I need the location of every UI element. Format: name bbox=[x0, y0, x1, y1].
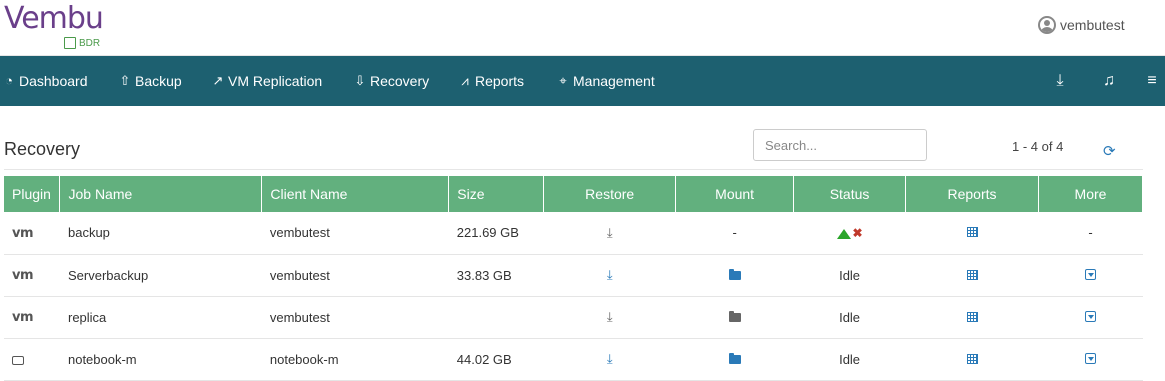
nav-vm-replication-label: VM Replication bbox=[228, 73, 323, 89]
vm-plugin-icon: vm bbox=[12, 310, 34, 325]
bell-icon: ♫ bbox=[1103, 72, 1115, 89]
col-job-name[interactable]: Job Name bbox=[59, 176, 263, 212]
nav-recovery[interactable]: ⇩ Recovery bbox=[353, 56, 430, 106]
vm-plugin-icon: vm bbox=[12, 225, 34, 241]
restore-download-icon[interactable]: ⤓ bbox=[607, 309, 613, 324]
top-header: Vembu BDR vembutest bbox=[0, 0, 1165, 56]
nav-recovery-label: Recovery bbox=[370, 73, 430, 89]
download-button[interactable]: ⤓ bbox=[1048, 56, 1072, 106]
job-name: backup bbox=[59, 212, 262, 255]
client-name: vembutest bbox=[261, 212, 449, 255]
status-icons: ✖ bbox=[793, 212, 906, 255]
bdr-icon bbox=[64, 37, 76, 49]
search-input[interactable] bbox=[753, 129, 927, 161]
disk-plugin-icon bbox=[12, 355, 24, 365]
restore-download-icon[interactable]: ⤓ bbox=[607, 351, 613, 366]
menu-icon: ≡ bbox=[1147, 72, 1157, 89]
page-title: Recovery bbox=[4, 139, 81, 159]
menu-button[interactable]: ≡ bbox=[1141, 56, 1163, 106]
col-size[interactable]: Size bbox=[448, 176, 545, 212]
crosshairs-icon: ⌖ bbox=[559, 73, 567, 88]
job-name: replica bbox=[59, 296, 262, 339]
nav-management[interactable]: ⌖ Management bbox=[556, 56, 655, 106]
col-more: More bbox=[1038, 176, 1144, 212]
folder-open-icon[interactable] bbox=[728, 268, 741, 280]
job-name: Serverbackup bbox=[59, 254, 262, 297]
col-status: Status bbox=[793, 176, 907, 212]
recovery-table: Plugin Job Name Client Name Size Restore… bbox=[4, 176, 1144, 381]
job-name: notebook-m bbox=[59, 338, 262, 381]
line-chart-icon: ⩘ bbox=[461, 73, 469, 88]
nav-reports[interactable]: ⩘ Reports bbox=[458, 56, 524, 106]
dashboard-icon: ◔ bbox=[5, 73, 13, 88]
main-nav: ◔ Dashboard ⇧ Backup ↗ VM Replication ⇩ … bbox=[0, 56, 1165, 106]
pagination-info: 1 - 4 of 4 bbox=[1012, 139, 1064, 154]
table-row: vm replica vembutest ⤓ Idle bbox=[4, 296, 1143, 339]
username: vembutest bbox=[1060, 17, 1125, 33]
nav-dashboard-label: Dashboard bbox=[19, 73, 88, 89]
logo-sub-label: BDR bbox=[79, 37, 101, 49]
refresh-button[interactable]: ⟳ bbox=[1103, 142, 1116, 160]
upload-icon: ⇧ bbox=[119, 73, 131, 88]
status-text: Idle bbox=[793, 338, 906, 381]
client-name: vembutest bbox=[261, 296, 449, 339]
calendar-icon[interactable] bbox=[966, 227, 978, 238]
table-row: vm backup vembutest 221.69 GB ⤓ - ✖ - bbox=[4, 212, 1143, 255]
nav-management-label: Management bbox=[573, 73, 655, 89]
restore-download-icon[interactable]: ⤓ bbox=[607, 267, 613, 282]
col-plugin[interactable]: Plugin bbox=[4, 176, 61, 212]
dropdown-icon[interactable] bbox=[1084, 352, 1096, 364]
size bbox=[448, 296, 544, 339]
notifications-button[interactable]: ♫ bbox=[1097, 56, 1121, 106]
nav-backup[interactable]: ⇧ Backup bbox=[118, 56, 182, 106]
size: 33.83 GB bbox=[448, 254, 544, 297]
vm-plugin-icon: vm bbox=[12, 268, 34, 283]
download-icon: ⤓ bbox=[1056, 72, 1064, 89]
table-row: vm Serverbackup vembutest 33.83 GB ⤓ Idl… bbox=[4, 254, 1143, 297]
external-link-icon: ↗ bbox=[212, 73, 224, 88]
nav-reports-label: Reports bbox=[475, 73, 525, 89]
table-row: notebook-m notebook-m 44.02 GB ⤓ Idle bbox=[4, 338, 1143, 381]
refresh-icon: ⟳ bbox=[1103, 143, 1116, 160]
nav-vm-replication[interactable]: ↗ VM Replication bbox=[211, 56, 323, 106]
user-avatar-icon bbox=[1038, 16, 1056, 34]
vembu-logo[interactable]: Vembu bbox=[4, 1, 104, 36]
dropdown-icon[interactable] bbox=[1084, 268, 1096, 280]
restore-download-icon[interactable]: ⤓ bbox=[607, 225, 613, 240]
status-text: Idle bbox=[793, 296, 906, 339]
divider bbox=[4, 169, 1143, 170]
more-value: - bbox=[1038, 212, 1143, 255]
calendar-icon[interactable] bbox=[966, 311, 978, 322]
col-reports: Reports bbox=[905, 176, 1039, 212]
calendar-icon[interactable] bbox=[966, 269, 978, 280]
nav-dashboard[interactable]: ◔ Dashboard bbox=[2, 56, 88, 106]
status-text: Idle bbox=[793, 254, 906, 297]
client-name: vembutest bbox=[261, 254, 449, 297]
download-icon: ⇩ bbox=[354, 73, 366, 88]
user-menu[interactable]: vembutest bbox=[1038, 16, 1125, 34]
size: 221.69 GB bbox=[448, 212, 544, 255]
calendar-icon[interactable] bbox=[966, 353, 978, 364]
dropdown-icon[interactable] bbox=[1084, 310, 1096, 322]
status-up-icon bbox=[836, 228, 851, 239]
logo-subtitle: BDR bbox=[64, 37, 100, 49]
mount-value: - bbox=[675, 212, 794, 255]
col-client-name[interactable]: Client Name bbox=[261, 176, 450, 212]
status-error-icon: ✖ bbox=[852, 226, 863, 241]
col-mount: Mount bbox=[675, 176, 795, 212]
folder-icon[interactable] bbox=[728, 310, 741, 322]
folder-icon[interactable] bbox=[728, 352, 741, 364]
logo-text: Vembu bbox=[4, 1, 104, 36]
col-restore: Restore bbox=[543, 176, 677, 212]
client-name: notebook-m bbox=[261, 338, 449, 381]
size: 44.02 GB bbox=[448, 338, 544, 381]
nav-backup-label: Backup bbox=[135, 73, 182, 89]
table-header-row: Plugin Job Name Client Name Size Restore… bbox=[4, 176, 1144, 212]
